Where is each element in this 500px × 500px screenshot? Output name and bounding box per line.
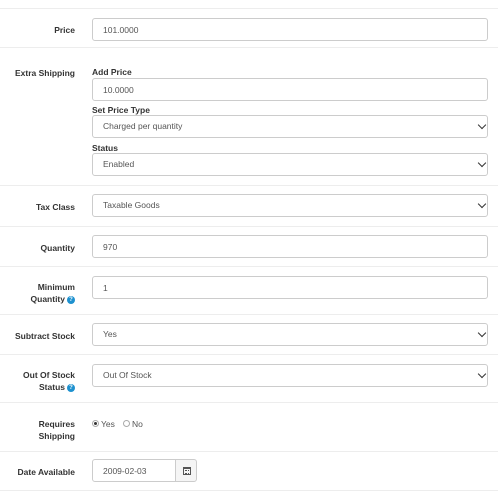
requires-shipping-no-label: No xyxy=(132,419,143,429)
requires-shipping-row: Requires Shipping Yes No xyxy=(0,402,498,451)
tax-class-dropdown[interactable]: Taxable Goods xyxy=(92,194,488,217)
subtract-stock-dropdown[interactable]: Yes xyxy=(92,323,488,346)
date-available-input[interactable] xyxy=(92,459,176,482)
requires-shipping-label: Requires Shipping xyxy=(5,418,75,442)
requires-shipping-radio-group: Yes No xyxy=(92,419,172,431)
requires-shipping-no-radio[interactable]: No xyxy=(123,419,143,429)
price-label: Price xyxy=(54,25,75,35)
quantity-row: Quantity xyxy=(0,226,498,266)
date-available-picker xyxy=(92,459,197,482)
set-price-type-dropdown[interactable]: Charged per quantity xyxy=(92,115,488,138)
help-icon[interactable]: ? xyxy=(67,295,75,304)
calendar-icon xyxy=(183,467,191,475)
subtract-stock-select[interactable]: Yes xyxy=(92,323,488,346)
product-data-form: Price Extra Shipping Add Price Set Price… xyxy=(0,0,500,500)
tax-class-label: Tax Class xyxy=(35,202,75,212)
add-price-input[interactable] xyxy=(92,78,488,101)
quantity-input[interactable] xyxy=(92,235,488,258)
requires-shipping-label-line1: Requires xyxy=(38,419,75,429)
status-label: Status xyxy=(92,143,118,153)
out-of-stock-status-label: Out Of Stock Status? xyxy=(5,369,75,393)
minimum-quantity-row: Minimum Quantity? xyxy=(0,266,498,314)
subtract-stock-label: Subtract Stock xyxy=(15,331,75,341)
price-input[interactable] xyxy=(92,18,488,41)
out-of-stock-status-dropdown[interactable]: Out Of Stock xyxy=(92,364,488,387)
minimum-quantity-label-line1: Minimum xyxy=(37,282,75,292)
quantity-label: Quantity xyxy=(40,243,75,253)
requires-shipping-yes-radio[interactable]: Yes xyxy=(92,419,115,429)
out-of-stock-status-label-line2: Status xyxy=(39,382,65,392)
help-icon[interactable]: ? xyxy=(67,383,75,392)
status-dropdown[interactable]: Enabled xyxy=(92,153,488,176)
minimum-quantity-input[interactable] xyxy=(92,276,488,299)
out-of-stock-status-label-line1: Out Of Stock xyxy=(23,370,75,380)
calendar-button[interactable] xyxy=(175,459,197,482)
date-available-row: Date Available xyxy=(0,451,498,491)
extra-shipping-row: Extra Shipping Add Price Set Price Type … xyxy=(0,47,498,185)
set-price-type-select[interactable]: Charged per quantity xyxy=(92,115,488,138)
radio-unselected-icon[interactable] xyxy=(123,420,130,428)
price-row: Price xyxy=(0,8,498,47)
tax-class-select[interactable]: Taxable Goods xyxy=(92,194,488,217)
subtract-stock-row: Subtract Stock Yes xyxy=(0,314,498,354)
minimum-quantity-label-line2: Quantity xyxy=(30,294,65,304)
set-price-type-label: Set Price Type xyxy=(92,105,150,115)
date-available-label: Date Available xyxy=(17,467,75,477)
requires-shipping-yes-label: Yes xyxy=(101,419,115,429)
radio-selected-icon[interactable] xyxy=(92,420,99,428)
status-select[interactable]: Enabled xyxy=(92,153,488,176)
tax-class-row: Tax Class Taxable Goods xyxy=(0,185,498,226)
out-of-stock-status-select[interactable]: Out Of Stock xyxy=(92,364,488,387)
requires-shipping-label-line2: Shipping xyxy=(38,431,75,441)
extra-shipping-label: Extra Shipping xyxy=(15,68,75,78)
out-of-stock-status-row: Out Of Stock Status? Out Of Stock xyxy=(0,354,498,402)
add-price-label: Add Price xyxy=(92,67,132,77)
minimum-quantity-label: Minimum Quantity? xyxy=(5,281,75,305)
